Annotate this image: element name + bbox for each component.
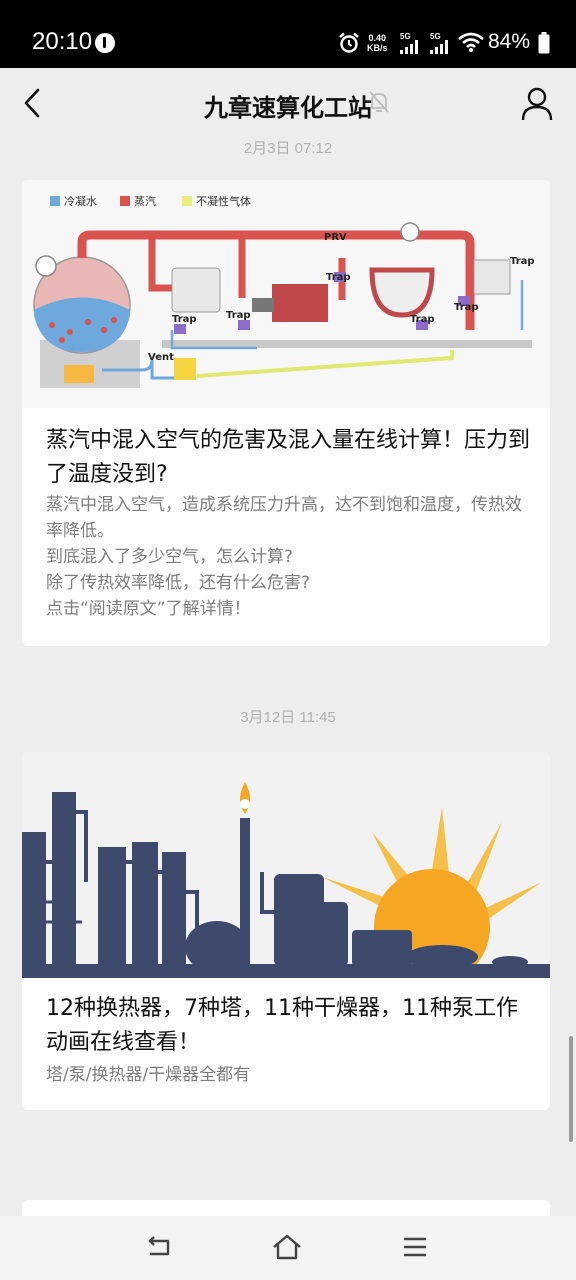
signal-icon (430, 40, 448, 54)
description-line: 除了传热效率降低，还有什么危害? (46, 573, 311, 593)
legend-condensate: 冷凝水 (64, 194, 97, 208)
article-description: 蒸汽中混入空气，造成系统压力升高，达不到饱和温度，传热效率降低。 到底混入了多少… (46, 492, 532, 622)
legend-noncondensable: 不凝性气体 (196, 194, 251, 208)
trap-label: Trap (172, 314, 197, 325)
wifi-icon (458, 32, 484, 52)
scrollbar[interactable] (569, 1036, 573, 1142)
trap-label: Trap (510, 256, 535, 267)
message-timestamp: 2月3日 07:12 (243, 140, 333, 157)
system-nav-bar (0, 1216, 576, 1280)
trap-label: Trap (326, 272, 351, 283)
page-title: 九章速算化工站 (204, 94, 372, 122)
legend-steam: 蒸汽 (134, 194, 156, 208)
signal-icon (400, 40, 418, 54)
trap-label: Trap (226, 310, 251, 321)
status-time: 20:10 (32, 28, 93, 55)
description-line: 蒸汽中混入空气，造成系统压力升高，达不到饱和温度，传热效率降低。 (46, 495, 522, 541)
article-card[interactable]: 冷凝水 蒸汽 不凝性气体 Trap Trap Trap Trap Trap Tr… (22, 180, 550, 646)
notification-dot-icon (95, 33, 115, 53)
chemical-plant-illustration (22, 752, 550, 978)
nav-menu-icon[interactable] (398, 1232, 432, 1262)
status-bar: 20:10 0.40 KB/s 5G 5G 84% (0, 0, 576, 68)
battery-percent: 84% (488, 30, 531, 53)
article-card[interactable]: 12种换热器，7种塔，11种干燥器，11种泵工作动画在线查看！ 塔/泵/换热器/… (22, 752, 550, 1110)
alarm-icon (339, 32, 359, 53)
description-line: 到底混入了多少空气，怎么计算? (46, 547, 294, 567)
trap-label: Trap (454, 302, 479, 313)
message-timestamp: 3月12日 11:45 (240, 709, 336, 726)
article-title: 12种换热器，7种塔，11种干燥器，11种泵工作动画在线查看！ (46, 996, 518, 1055)
steam-system-diagram: 冷凝水 蒸汽 不凝性气体 Trap Trap Trap Trap Trap Tr… (22, 180, 550, 408)
nav-back-icon[interactable] (142, 1232, 176, 1262)
trap-label: Trap (410, 314, 435, 325)
description-line: 塔/泵/换热器/干燥器全都有 (46, 1065, 251, 1085)
network-speed: 0.40 KB/s (367, 33, 388, 53)
battery-icon (538, 32, 550, 54)
description-line: 点击“阅读原文”了解详情！ (46, 599, 251, 619)
chat-header: 九章速算化工站 (0, 68, 576, 140)
nav-home-icon[interactable] (270, 1232, 304, 1262)
article-title: 蒸汽中混入空气的危害及混入量在线计算！压力到了温度没到? (46, 428, 531, 487)
article-description: 塔/泵/换热器/干燥器全都有 (46, 1062, 532, 1088)
bell-off-icon (369, 91, 389, 113)
prv-label: PRV (324, 232, 347, 243)
person-icon[interactable] (520, 86, 554, 122)
vent-label: Vent (148, 352, 174, 363)
